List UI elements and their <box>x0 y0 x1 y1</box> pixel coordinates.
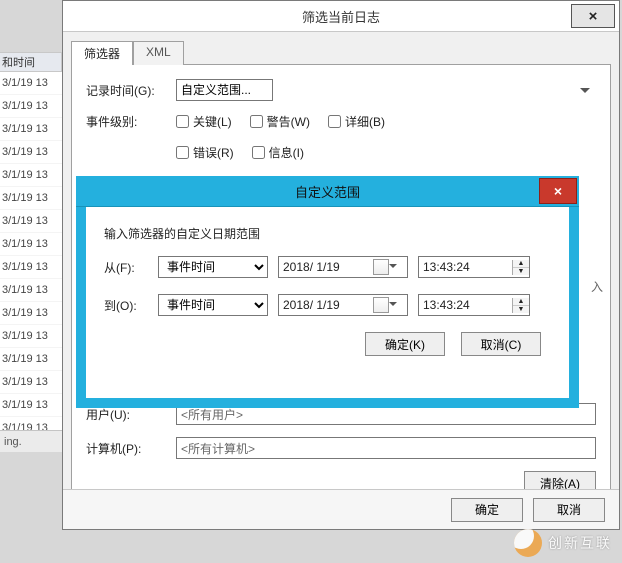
checkbox-error[interactable]: 错误(R) <box>176 144 234 161</box>
tab-filter[interactable]: 筛选器 <box>71 41 133 65</box>
close-button[interactable]: × <box>571 4 615 28</box>
dialog-title: 筛选当前日志 <box>302 7 380 26</box>
table-row[interactable]: 3/1/19 13 <box>0 371 62 394</box>
status-bar: ing. <box>0 430 62 452</box>
table-row[interactable]: 3/1/19 13 <box>0 95 62 118</box>
dialog-footer: 确定 取消 <box>63 489 619 529</box>
range-cancel-button[interactable]: 取消(C) <box>461 332 541 356</box>
time-spinner[interactable]: ▲▼ <box>512 298 529 313</box>
calendar-icon[interactable] <box>373 297 389 313</box>
time-spinner[interactable]: ▲▼ <box>512 260 529 275</box>
tab-xml[interactable]: XML <box>133 41 184 65</box>
checkbox-critical[interactable]: 关键(L) <box>176 113 232 130</box>
checkbox-warning[interactable]: 警告(W) <box>250 113 310 130</box>
to-label: 到(O): <box>104 297 148 314</box>
from-time-picker[interactable]: 13:43:24 ▲▼ <box>418 256 530 278</box>
from-date-value: 2018/ 1/19 <box>283 260 340 274</box>
from-type-select[interactable]: 事件时间 <box>158 256 268 278</box>
custom-range-dialog: 自定义范围 × 输入筛选器的自定义日期范围 从(F): 事件时间 2018/ 1… <box>76 176 579 408</box>
checkbox-verbose[interactable]: 详细(B) <box>328 113 385 130</box>
to-date-value: 2018/ 1/19 <box>283 298 340 312</box>
cancel-button[interactable]: 取消 <box>533 498 605 522</box>
ok-button[interactable]: 确定 <box>451 498 523 522</box>
logged-time-label: 记录时间(G): <box>86 82 176 99</box>
table-row[interactable]: 3/1/19 13 <box>0 187 62 210</box>
from-date-picker[interactable]: 2018/ 1/19 <box>278 256 408 278</box>
truncated-text: 入 <box>591 278 603 295</box>
logged-time-select[interactable]: 自定义范围... <box>176 79 273 101</box>
custom-range-close-button[interactable]: × <box>539 178 577 204</box>
user-label: 用户(U): <box>86 406 176 423</box>
dialog-titlebar[interactable]: 筛选当前日志 × <box>63 1 619 32</box>
watermark-brand: 创新互联 <box>514 529 612 557</box>
brand-text: 创新互联 <box>548 533 612 553</box>
event-level-label: 事件级别: <box>86 113 176 130</box>
spin-down-icon[interactable]: ▼ <box>513 306 529 313</box>
table-row[interactable]: 3/1/19 13 <box>0 164 62 187</box>
to-time-picker[interactable]: 13:43:24 ▲▼ <box>418 294 530 316</box>
col-header-datetime[interactable]: 和时间 <box>0 52 62 72</box>
tab-strip: 筛选器 XML <box>71 40 611 64</box>
custom-range-help-text: 输入筛选器的自定义日期范围 <box>104 225 551 242</box>
table-row[interactable]: 3/1/19 13 <box>0 348 62 371</box>
to-date-picker[interactable]: 2018/ 1/19 <box>278 294 408 316</box>
table-row[interactable]: 3/1/19 13 <box>0 256 62 279</box>
table-row[interactable]: 3/1/19 13 <box>0 325 62 348</box>
table-row[interactable]: 3/1/19 13 <box>0 72 62 95</box>
bg-log-table: 和时间 3/1/19 13 3/1/19 13 3/1/19 13 3/1/19… <box>0 52 62 440</box>
computer-label: 计算机(P): <box>86 440 176 457</box>
table-row[interactable]: 3/1/19 13 <box>0 233 62 256</box>
brand-logo-icon <box>514 529 542 557</box>
checkbox-info[interactable]: 信息(I) <box>252 144 304 161</box>
table-row[interactable]: 3/1/19 13 <box>0 141 62 164</box>
table-row[interactable]: 3/1/19 13 <box>0 118 62 141</box>
spin-up-icon[interactable]: ▲ <box>513 260 529 268</box>
computer-input[interactable] <box>176 437 596 459</box>
calendar-icon[interactable] <box>373 259 389 275</box>
table-row[interactable]: 3/1/19 13 <box>0 210 62 233</box>
table-row[interactable]: 3/1/19 13 <box>0 394 62 417</box>
custom-range-title: 自定义范围 <box>295 182 360 201</box>
spin-down-icon[interactable]: ▼ <box>513 268 529 275</box>
from-time-value: 13:43:24 <box>419 260 512 274</box>
range-ok-button[interactable]: 确定(K) <box>365 332 445 356</box>
from-label: 从(F): <box>104 259 148 276</box>
to-type-select[interactable]: 事件时间 <box>158 294 268 316</box>
to-time-value: 13:43:24 <box>419 298 512 312</box>
table-row[interactable]: 3/1/19 13 <box>0 279 62 302</box>
table-row[interactable]: 3/1/19 13 <box>0 302 62 325</box>
spin-up-icon[interactable]: ▲ <box>513 298 529 306</box>
custom-range-titlebar[interactable]: 自定义范围 × <box>76 176 579 207</box>
